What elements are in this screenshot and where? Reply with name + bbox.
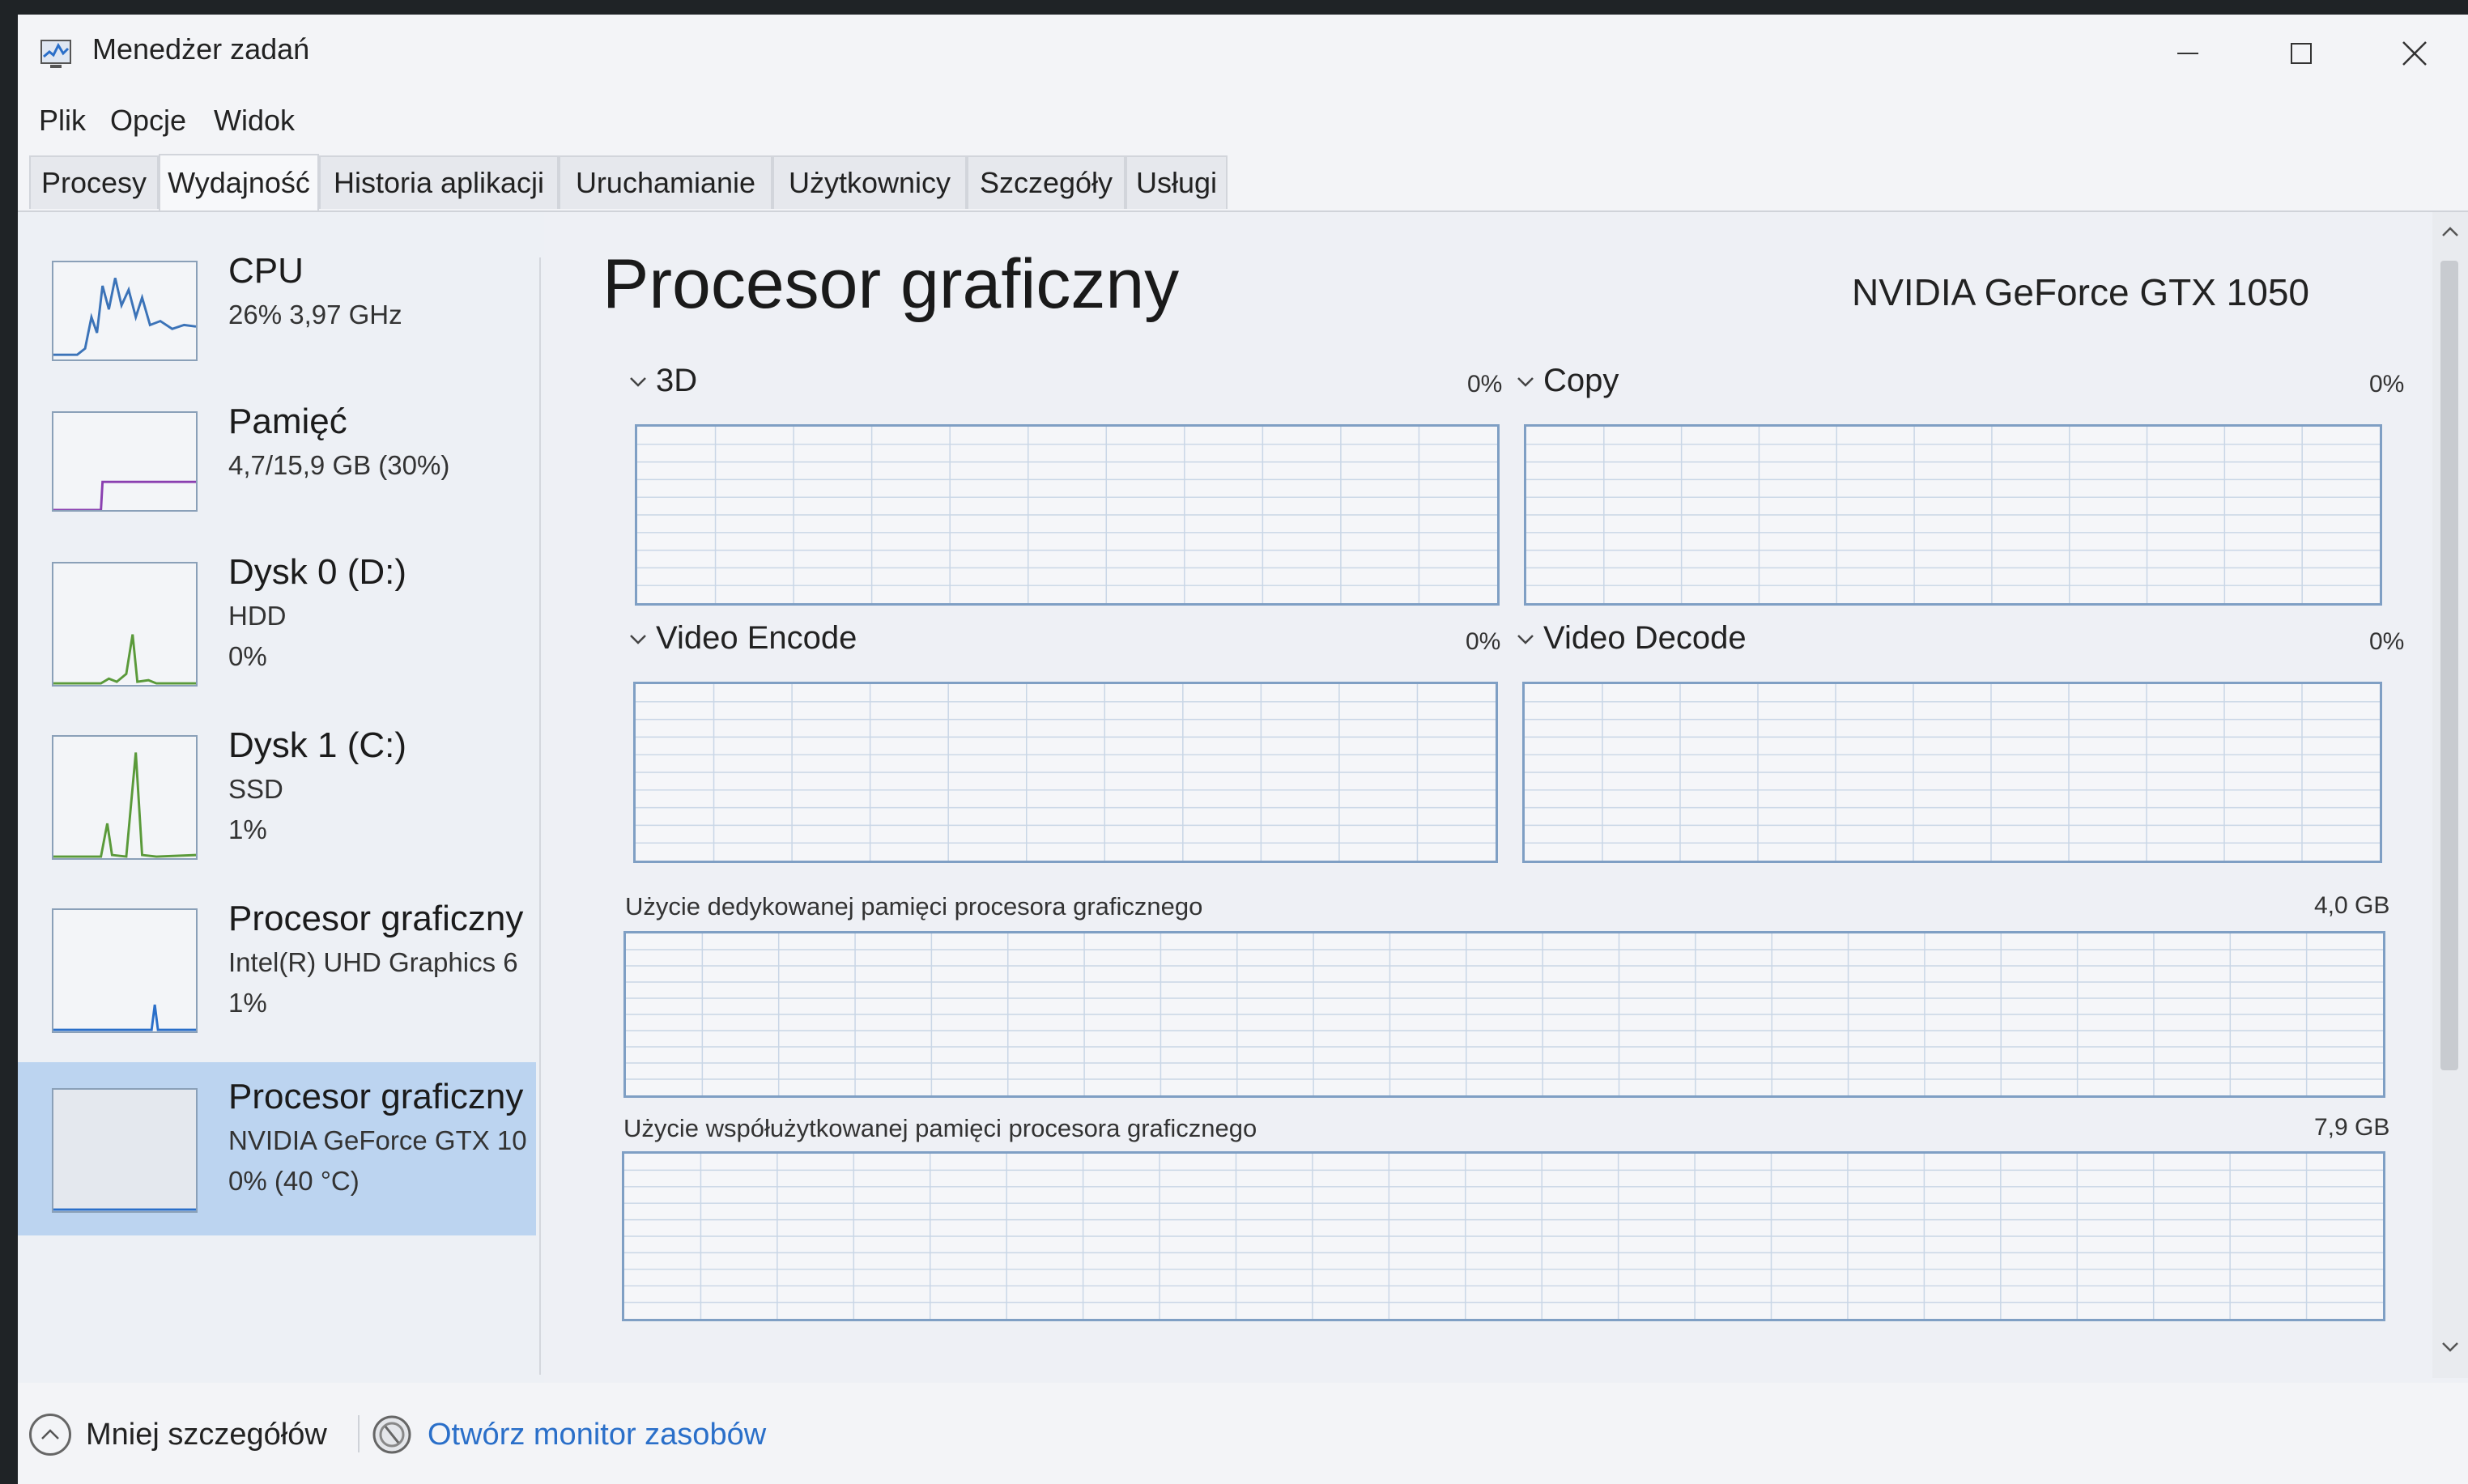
gpu-device-name: NVIDIA GeForce GTX 1050 [1851, 271, 2309, 313]
open-resource-monitor-label: Otwórz monitor zasobów [428, 1417, 767, 1452]
tab-services[interactable]: Usługi [1125, 155, 1228, 209]
sidebar-item-disk-0[interactable]: Dysk 0 (D:) HDD 0% [18, 546, 536, 716]
less-details-button[interactable]: Mniej szczegółów [29, 1414, 327, 1456]
sidebar-item-detail: 4,7/15,9 GB (30%) [228, 450, 450, 480]
engine-video-encode-graph [633, 682, 1498, 863]
footer-bar: Mniej szczegółów Otwórz monitor zasobów [18, 1383, 2468, 1484]
sidebar-item-name: Dysk 0 (D:) [228, 552, 406, 592]
memory-thumbnail [52, 411, 198, 512]
performance-sidebar: CPU 26% 3,97 GHz Pamięć 4,7/15,9 GB (30%… [18, 212, 544, 1386]
chevron-down-icon [630, 376, 646, 387]
cpu-thumbnail [52, 261, 198, 361]
resource-monitor-icon [372, 1415, 411, 1454]
scroll-thumb[interactable] [2440, 261, 2458, 1070]
sidebar-item-detail: NVIDIA GeForce GTX 10 [228, 1125, 527, 1155]
close-icon [2402, 41, 2427, 66]
shared-memory-max: 7,9 GB [2314, 1114, 2390, 1141]
engine-copy-graph [1524, 424, 2382, 606]
scroll-down-icon[interactable] [2440, 1339, 2460, 1355]
sidebar-item-detail: HDD [228, 601, 287, 631]
sidebar-item-usage: 1% [228, 988, 267, 1018]
engine-label: Video Encode [656, 620, 857, 656]
sidebar-item-name: Procesor graficzny [228, 899, 524, 938]
engine-copy-selector[interactable]: Copy [1516, 363, 1619, 399]
tab-startup[interactable]: Uruchamianie [559, 155, 772, 209]
sidebar-item-gpu-1[interactable]: Procesor graficzny NVIDIA GeForce GTX 10… [18, 1062, 536, 1235]
sidebar-item-detail: SSD [228, 774, 283, 804]
minimize-icon [2177, 53, 2198, 54]
tab-performance[interactable]: Wydajność [159, 154, 319, 210]
sidebar-item-name: Procesor graficzny [228, 1077, 524, 1116]
maximize-icon [2291, 43, 2312, 64]
shared-memory-graph [622, 1151, 2385, 1321]
engine-video-decode-graph [1522, 682, 2382, 863]
open-resource-monitor-link[interactable]: Otwórz monitor zasobów [371, 1414, 766, 1456]
task-manager-icon [40, 40, 71, 68]
sidebar-item-usage: 0% [228, 641, 267, 671]
sidebar-item-detail: 26% 3,97 GHz [228, 300, 402, 330]
disk-0-thumbnail [52, 562, 198, 687]
gpu-detail-panel: Procesor graficzny NVIDIA GeForce GTX 10… [552, 212, 2431, 1378]
maximize-button[interactable] [2245, 15, 2358, 92]
gpu-0-thumbnail [52, 908, 198, 1033]
engine-label: Copy [1543, 363, 1619, 398]
menu-file[interactable]: Plik [39, 104, 86, 138]
sidebar-item-name: Pamięć [228, 402, 347, 441]
tab-app-history[interactable]: Historia aplikacji [319, 155, 559, 209]
sidebar-item-name: Dysk 1 (C:) [228, 725, 406, 765]
chevron-down-icon [1517, 376, 1534, 387]
sidebar-item-gpu-0[interactable]: Procesor graficzny Intel(R) UHD Graphics… [18, 892, 536, 1062]
engine-video-encode-selector[interactable]: Video Encode [628, 620, 857, 657]
engine-percent: 0% [2369, 371, 2405, 398]
tab-users[interactable]: Użytkownicy [772, 155, 967, 209]
sidebar-item-detail: Intel(R) UHD Graphics 6 [228, 947, 518, 977]
sidebar-item-usage: 1% [228, 814, 267, 844]
tab-details[interactable]: Szczegóły [967, 155, 1125, 209]
engine-3d-graph [635, 424, 1500, 606]
close-button[interactable] [2358, 15, 2468, 92]
chevron-down-icon [630, 634, 646, 644]
chevron-up-icon [29, 1414, 71, 1456]
sidebar-item-memory[interactable]: Pamięć 4,7/15,9 GB (30%) [18, 395, 536, 565]
sidebar-divider [539, 257, 541, 1375]
window-title: Menedżer zadań [92, 32, 310, 66]
gpu-1-thumbnail [52, 1088, 198, 1213]
sidebar-item-cpu[interactable]: CPU 26% 3,97 GHz [18, 244, 536, 415]
menu-view[interactable]: Widok [214, 104, 295, 138]
engine-3d-selector[interactable]: 3D [628, 363, 697, 399]
chevron-down-icon [1517, 634, 1534, 644]
menu-options[interactable]: Opcje [110, 104, 186, 138]
engine-percent: 0% [1467, 371, 1503, 398]
engine-label: Video Decode [1543, 620, 1747, 656]
title-bar: Menedżer zadań [18, 15, 2468, 92]
dedicated-memory-label: Użycie dedykowanej pamięci procesora gra… [625, 892, 1203, 921]
engine-percent: 0% [2369, 628, 2405, 655]
scroll-up-icon[interactable] [2440, 223, 2460, 240]
task-manager-window: Menedżer zadań Plik Opcje Widok Procesy … [18, 15, 2468, 1484]
minimize-button[interactable] [2131, 15, 2245, 92]
menu-bar: Plik Opcje Widok [18, 92, 2468, 149]
shared-memory-label: Użycie współużytkowanej pamięci procesor… [623, 1114, 1257, 1142]
sidebar-item-name: CPU [228, 251, 304, 291]
dedicated-memory-graph [623, 931, 2385, 1098]
engine-percent: 0% [1466, 628, 1501, 655]
less-details-label: Mniej szczegółów [86, 1417, 327, 1452]
footer-separator [358, 1415, 360, 1452]
tab-processes[interactable]: Procesy [29, 155, 159, 209]
disk-1-thumbnail [52, 735, 198, 860]
dedicated-memory-max: 4,0 GB [2314, 892, 2390, 919]
engine-video-decode-selector[interactable]: Video Decode [1516, 620, 1747, 657]
page-title: Procesor graficzny [602, 245, 1180, 323]
sidebar-item-disk-1[interactable]: Dysk 1 (C:) SSD 1% [18, 719, 536, 889]
engine-label: 3D [656, 363, 698, 398]
tab-bar: Procesy Wydajność Historia aplikacji Uru… [18, 149, 2468, 212]
vertical-scrollbar[interactable] [2432, 212, 2468, 1378]
sidebar-item-usage: 0% (40 °C) [228, 1166, 360, 1196]
